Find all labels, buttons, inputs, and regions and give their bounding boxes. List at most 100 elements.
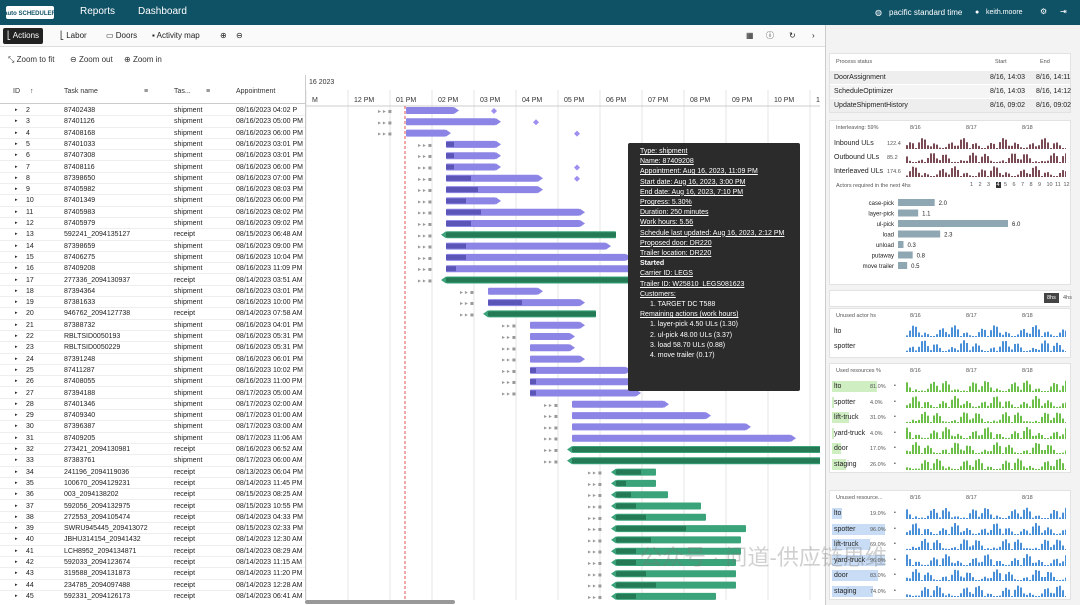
table-row[interactable]: ▸ 13 592241_2094135127 receipt 08/15/2023 06…: [0, 229, 305, 241]
tab-doors[interactable]: ▭ Doors: [102, 28, 141, 44]
shipment-bar[interactable]: [530, 344, 570, 352]
table-row[interactable]: ▸ 40 JBHU314154_20941432 receipt 08/14/2023 …: [0, 534, 305, 546]
table-row[interactable]: ▸ 31 87409205 shipment 08/17/2023 11:06 AM: [0, 433, 305, 444]
table-row[interactable]: ▸ 17 277336_2094130937 receipt 08/14/2023 03…: [0, 275, 305, 286]
shipment-bar[interactable]: [572, 412, 706, 420]
table-row[interactable]: ▸ 19 87381633 shipment 08/16/2023 10:00 PM: [0, 297, 305, 309]
tab-activity-map[interactable]: ▪ Activity map: [148, 28, 204, 44]
nav-dashboard[interactable]: Dashboard: [138, 6, 187, 17]
expand-icon[interactable]: ▸: [15, 376, 18, 387]
expand-icon[interactable]: ▸: [15, 162, 18, 173]
table-row[interactable]: ▸ 3 87401126 shipment 08/16/2023 05:00 PM: [0, 116, 305, 128]
expand-icon[interactable]: ▸: [15, 478, 18, 489]
user-name[interactable]: keith.moore: [986, 9, 1023, 16]
table-row[interactable]: ▸ 5 87401033 shipment 08/16/2023 03:01 PM: [0, 139, 305, 151]
page-5[interactable]: 5: [1004, 182, 1007, 188]
expand-icon[interactable]: ▸: [15, 580, 18, 591]
table-row[interactable]: ▸ 30 87396387 shipment 08/17/2023 03:00 AM: [0, 421, 305, 433]
expand-icon[interactable]: ▸: [15, 150, 18, 161]
table-row[interactable]: ▸ 20 946762_2094127738 receipt 08/14/2023 07…: [0, 308, 305, 320]
shipment-bar[interactable]: [446, 242, 606, 250]
shipment-bar[interactable]: [530, 366, 626, 374]
expand-icon[interactable]: ▸: [15, 286, 18, 297]
table-row[interactable]: ▸ 6 87407308 shipment 08/16/2023 03:01 PM: [0, 150, 305, 162]
table-row[interactable]: ▸ 45 592331_2094126173 receipt 08/14/2023 06…: [0, 591, 305, 600]
refresh-icon[interactable]: ↻: [785, 28, 800, 44]
shipment-bar[interactable]: [530, 389, 636, 397]
table-row[interactable]: ▸ 8 87398650 shipment 08/16/2023 07:00 PM: [0, 173, 305, 185]
expand-icon[interactable]: ▸: [15, 342, 18, 353]
expand-icon[interactable]: ▸: [15, 591, 18, 600]
horizontal-scrollbar[interactable]: [305, 600, 455, 604]
table-row[interactable]: ▸ 41 LCH8952_2094134871 receipt 08/14/2023 0…: [0, 546, 305, 557]
table-row[interactable]: ▸ 36 003_2094138202 receipt 08/15/2023 08:25…: [0, 489, 305, 501]
expand-icon[interactable]: ▸: [15, 263, 18, 274]
shipment-bar[interactable]: [572, 400, 664, 408]
shipment-bar[interactable]: [406, 118, 496, 126]
chevron-right-icon[interactable]: ›: [808, 28, 819, 44]
table-row[interactable]: ▸ 22 RBLTSID0050193 shipment 08/16/2023 05:3…: [0, 331, 305, 343]
col-task-name[interactable]: Task name: [64, 88, 98, 95]
shipment-bar[interactable]: [446, 265, 636, 273]
page-11[interactable]: 11: [1055, 182, 1061, 188]
table-row[interactable]: ▸ 21 87388732 shipment 08/16/2023 04:01 PM: [0, 320, 305, 331]
page-8[interactable]: 8: [1030, 182, 1033, 188]
expand-icon[interactable]: ▸: [15, 546, 18, 557]
expand-icon[interactable]: ▸: [15, 399, 18, 410]
table-row[interactable]: ▸ 11 87405983 shipment 08/16/2023 08:02 PM: [0, 207, 305, 218]
expand-icon[interactable]: ▸: [15, 297, 18, 308]
app-logo[interactable]: auto SCHEDULER: [6, 4, 56, 21]
settings-icon[interactable]: ⚙: [1040, 7, 1047, 16]
table-row[interactable]: ▸ 38 272553_2094105474 receipt 08/14/2023 04…: [0, 512, 305, 524]
toggle-4hs[interactable]: 4hs: [1063, 295, 1072, 301]
shipment-bar[interactable]: [406, 129, 446, 137]
col-appointment[interactable]: Appointment: [236, 88, 275, 95]
table-row[interactable]: ▸ 44 234785_2094097488 receipt 08/14/2023 12…: [0, 580, 305, 591]
table-row[interactable]: ▸ 29 87409340 shipment 08/17/2023 01:00 AM: [0, 410, 305, 422]
shipment-bar[interactable]: [572, 434, 791, 442]
expand-icon[interactable]: ▸: [15, 241, 18, 252]
appointment-marker[interactable]: [491, 108, 497, 114]
expand-icon[interactable]: ▸: [15, 139, 18, 150]
col-id[interactable]: ID: [13, 88, 20, 95]
appointment-marker[interactable]: [574, 130, 580, 137]
expand-icon[interactable]: ▸: [15, 568, 18, 579]
expand-icon[interactable]: ▸: [15, 275, 18, 286]
shipment-bar[interactable]: [446, 253, 626, 261]
zoom-out-icon[interactable]: ⊖: [232, 28, 247, 44]
table-row[interactable]: ▸ 2 87402438 shipment 08/16/2023 04:02 P: [0, 105, 305, 117]
table-row[interactable]: ▸ 18 87394364 shipment 08/16/2023 03:01 PM: [0, 286, 305, 298]
expand-icon[interactable]: ▸: [15, 116, 18, 127]
table-row[interactable]: ▸ 39 SWRU945445_209413072 receipt 08/15/2023…: [0, 523, 305, 535]
table-row[interactable]: ▸ 35 100670_2094129231 receipt 08/14/2023 11…: [0, 478, 305, 490]
table-row[interactable]: ▸ 9 87405982 shipment 08/16/2023 08:03 PM: [0, 184, 305, 196]
expand-icon[interactable]: ▸: [15, 433, 18, 444]
expand-icon[interactable]: ▸: [15, 252, 18, 263]
shipment-bar[interactable]: [406, 107, 454, 114]
expand-icon[interactable]: ▸: [15, 534, 18, 545]
page-3[interactable]: 3: [987, 182, 990, 188]
timezone-selector[interactable]: pacific standard time: [889, 8, 962, 17]
expand-icon[interactable]: ▸: [15, 105, 18, 116]
expand-icon[interactable]: ▸: [15, 489, 18, 500]
table-icon[interactable]: ▦: [742, 28, 758, 44]
page-2[interactable]: 2: [979, 182, 982, 188]
filter-icon[interactable]: ≡: [206, 88, 210, 95]
shipment-bar[interactable]: [572, 423, 746, 431]
shipment-bar[interactable]: [530, 333, 570, 340]
sort-icon[interactable]: ↑: [30, 88, 34, 95]
page-6[interactable]: 6: [1013, 182, 1016, 188]
info-icon[interactable]: ⓘ: [762, 28, 778, 44]
table-row[interactable]: ▸ 32 273421_2094130981 receipt 08/16/2023 06…: [0, 444, 305, 456]
table-row[interactable]: ▸ 23 RBLTSID0050229 shipment 08/16/2023 05:3…: [0, 342, 305, 354]
expand-icon[interactable]: ▸: [15, 354, 18, 365]
expand-icon[interactable]: ▸: [15, 195, 18, 206]
appointment-marker[interactable]: [574, 164, 580, 171]
table-row[interactable]: ▸ 28 87401346 shipment 08/17/2023 02:00 AM: [0, 399, 305, 411]
expand-icon[interactable]: ▸: [15, 184, 18, 195]
table-row[interactable]: ▸ 24 87391248 shipment 08/16/2023 06:01 PM: [0, 354, 305, 365]
appointment-marker[interactable]: [574, 175, 580, 182]
page-7[interactable]: 7: [1021, 182, 1024, 188]
table-row[interactable]: ▸ 33 87383761 shipment 08/17/2023 06:00 AM: [0, 455, 305, 467]
table-row[interactable]: ▸ 10 87401349 shipment 08/16/2023 06:00 PM: [0, 195, 305, 207]
